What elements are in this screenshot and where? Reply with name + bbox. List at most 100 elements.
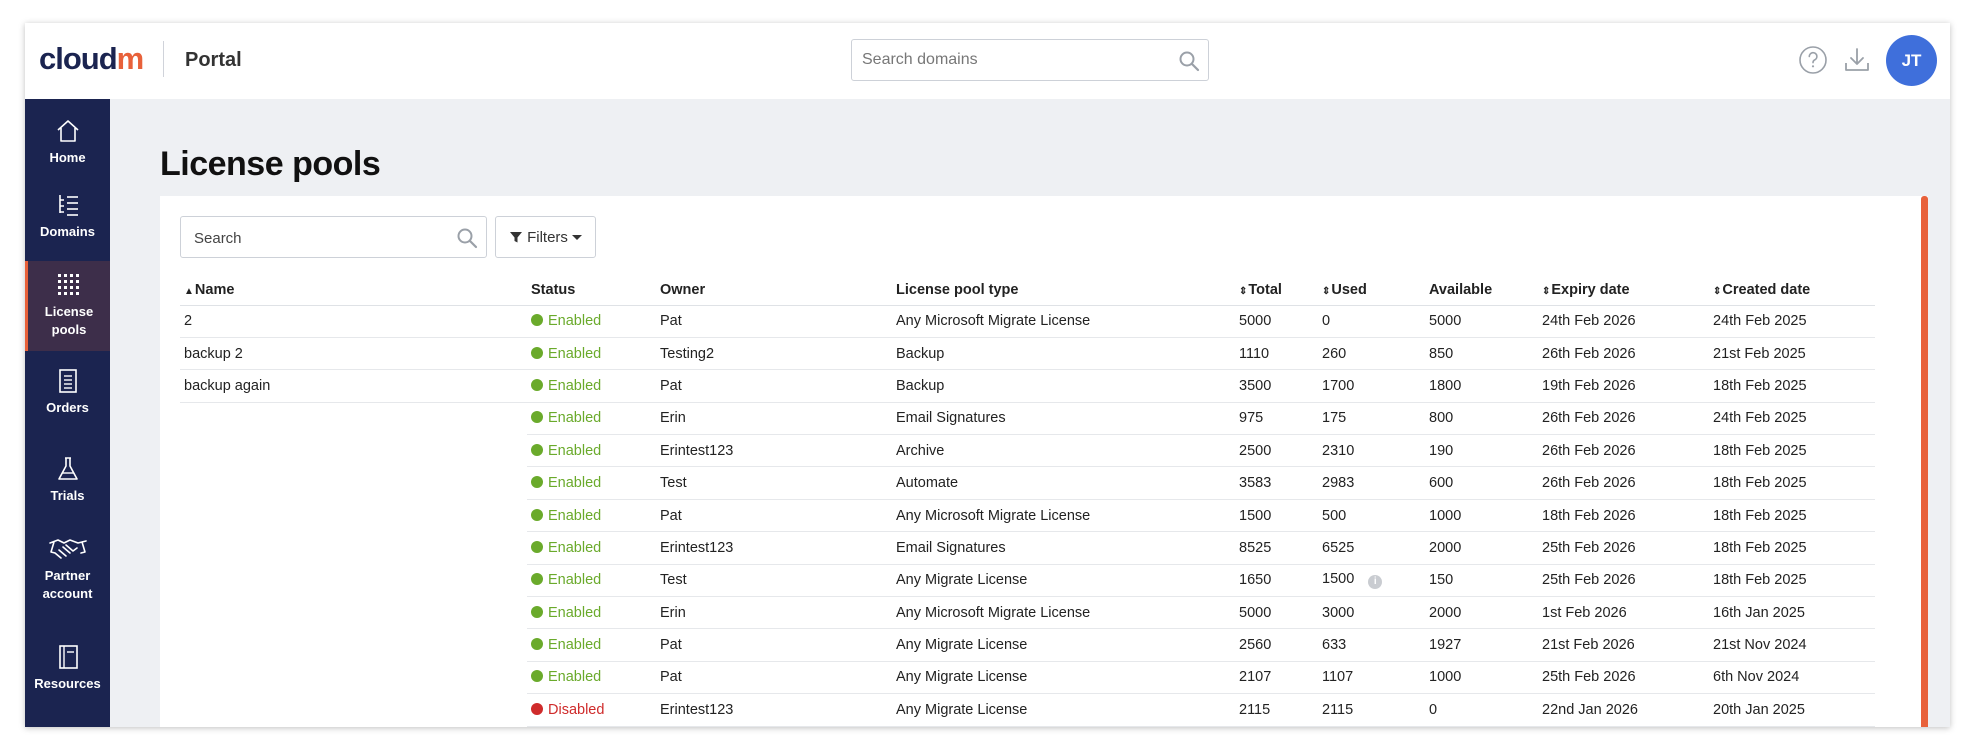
- status-dot-icon: [531, 378, 543, 391]
- sort-icon: ⇕: [1322, 285, 1331, 297]
- table-row[interactable]: Disabled Erintest123 Any Migrate License 21…: [180, 693, 1875, 727]
- cell-status: Enabled: [527, 531, 656, 565]
- cell-available: 2000: [1425, 596, 1538, 630]
- table-row[interactable]: Enabled Test Automate 3583 2983 600 26th Feb 2…: [180, 466, 1875, 500]
- cell-expiry-date: 22nd Jan 2026: [1538, 693, 1709, 727]
- status-badge: Enabled: [548, 313, 602, 330]
- sidebar-item-resources[interactable]: Resources: [25, 639, 110, 711]
- domain-search-input[interactable]: [862, 48, 1162, 72]
- cell-expiry-date: 25th Feb 2026: [1538, 661, 1709, 695]
- table-row[interactable]: Enabled Pat Any Migrate License 2560 633 1927…: [180, 628, 1875, 662]
- cell-created-date: 21st Feb 2025: [1709, 337, 1875, 371]
- table-row[interactable]: Enabled Erintest123 Email Signatures 8525 65…: [180, 531, 1875, 565]
- status-dot-icon: [531, 702, 543, 715]
- cell-used: 1500 i: [1318, 564, 1425, 598]
- cell-total: 1110: [1235, 337, 1318, 371]
- used-value: 1107: [1322, 669, 1354, 686]
- book-icon: [58, 645, 78, 669]
- table-row[interactable]: backup 2 Enabled Testing2 Backup 1110 260 850 2…: [180, 337, 1875, 371]
- license-pools-panel: Filters ▲Name Status Owner License pool …: [160, 196, 1928, 727]
- table-row[interactable]: Enabled Erin Any Microsoft Migrate License…: [180, 596, 1875, 630]
- used-value: 633: [1322, 637, 1347, 654]
- search-icon[interactable]: [1178, 50, 1200, 77]
- column-header-total[interactable]: ⇕Total: [1235, 275, 1318, 306]
- sidebar-item-orders[interactable]: Orders: [25, 361, 110, 433]
- table-row[interactable]: 2 Enabled Pat Any Microsoft Migrate License…: [180, 305, 1875, 338]
- cell-owner: Erin: [656, 402, 892, 436]
- column-header-created-date[interactable]: ⇕Created date: [1709, 275, 1875, 306]
- cell-status: Enabled: [527, 305, 656, 338]
- used-value: 175: [1322, 410, 1347, 427]
- cell-owner: Pat: [656, 661, 892, 695]
- sort-icon: ⇕: [1713, 285, 1722, 297]
- filters-button[interactable]: Filters: [495, 216, 596, 258]
- page-title: License pools: [160, 145, 381, 183]
- status-dot-icon: [531, 670, 543, 683]
- sidebar-item-license-pools[interactable]: License pools: [25, 261, 110, 351]
- cell-total: 1500: [1235, 499, 1318, 533]
- status-dot-icon: [531, 573, 543, 586]
- cell-total: 3500: [1235, 369, 1318, 403]
- sidebar-item-label: Home: [49, 150, 86, 165]
- sort-icon: ⇕: [1239, 285, 1248, 297]
- search-icon[interactable]: [456, 227, 478, 254]
- home-icon: [56, 120, 79, 142]
- info-icon[interactable]: i: [1368, 575, 1383, 590]
- cell-used: 1700: [1318, 369, 1425, 403]
- sidebar-item-trials[interactable]: Trials: [25, 449, 110, 521]
- cell-available: 1000: [1425, 499, 1538, 533]
- cell-created-date: 18th Feb 2025: [1709, 434, 1875, 468]
- status-badge: Enabled: [548, 669, 602, 686]
- cell-available: 600: [1425, 466, 1538, 500]
- sidebar-item-home[interactable]: Home: [25, 113, 110, 185]
- user-avatar[interactable]: JT: [1886, 35, 1937, 86]
- cell-owner: Erintest123: [656, 693, 892, 727]
- column-header-expiry-date[interactable]: ⇕Expiry date: [1538, 275, 1709, 306]
- cell-total: 2115: [1235, 693, 1318, 727]
- cell-status: Enabled: [527, 434, 656, 468]
- cell-available: 2000: [1425, 531, 1538, 565]
- used-value: 1500: [1322, 571, 1355, 588]
- table-row[interactable]: backup again Enabled Pat Backup 3500 1700 1800…: [180, 369, 1875, 403]
- table-row[interactable]: Enabled Erintest123 Archive 2500 2310 190 26th…: [180, 434, 1875, 468]
- cell-name: [180, 564, 527, 596]
- used-value: 2983: [1322, 475, 1355, 492]
- sidebar-item-label: Domains: [40, 224, 95, 239]
- cell-created-date: 20th Jan 2025: [1709, 693, 1875, 727]
- cell-status: Enabled: [527, 499, 656, 533]
- cell-type: Any Migrate License: [892, 693, 1235, 727]
- table-row[interactable]: Enabled Test Any Migrate License 1650 1500 i 1…: [180, 564, 1875, 598]
- help-icon[interactable]: [1798, 45, 1828, 80]
- sidebar-item-domains[interactable]: Domains: [25, 187, 110, 259]
- cell-expiry-date: 19th Feb 2026: [1538, 369, 1709, 403]
- cell-name: [180, 532, 527, 564]
- cell-expiry-date: 1st Feb 2026: [1538, 596, 1709, 630]
- flask-icon: [57, 457, 78, 480]
- cell-used: 2310: [1318, 434, 1425, 468]
- cell-expiry-date: 18th Feb 2026: [1538, 499, 1709, 533]
- cell-available: 190: [1425, 434, 1538, 468]
- status-badge: Enabled: [548, 539, 602, 556]
- download-icon[interactable]: [1841, 44, 1873, 81]
- sidebar-item-partner-account[interactable]: Partner account: [25, 529, 110, 609]
- used-value: 3000: [1322, 604, 1355, 621]
- table-row[interactable]: Enabled Erin Email Signatures 975 175 800 26th…: [180, 402, 1875, 436]
- column-header-name[interactable]: ▲Name: [180, 275, 527, 306]
- license-pools-table: ▲Name Status Owner License pool type ⇕To…: [180, 275, 1875, 727]
- cell-status: Enabled: [527, 596, 656, 630]
- table-search-box: [180, 216, 487, 258]
- cell-used: 3000: [1318, 596, 1425, 630]
- cell-expiry-date: 26th Feb 2026: [1538, 466, 1709, 500]
- table-row[interactable]: Enabled Pat Any Migrate License 2107 1107 100…: [180, 661, 1875, 695]
- cell-owner: Erintest123: [656, 531, 892, 565]
- status-badge: Enabled: [548, 572, 602, 589]
- table-row[interactable]: Enabled Pat Any Microsoft Migrate License 1…: [180, 499, 1875, 533]
- sort-icon: ⇕: [1542, 285, 1551, 297]
- table-header-row: ▲Name Status Owner License pool type ⇕To…: [180, 275, 1875, 306]
- cloudm-logo[interactable]: cloud m: [39, 39, 144, 79]
- cell-used: 260: [1318, 337, 1425, 371]
- cell-created-date: 18th Feb 2025: [1709, 531, 1875, 565]
- column-header-used[interactable]: ⇕Used: [1318, 275, 1425, 306]
- column-header-type: License pool type: [892, 275, 1235, 306]
- table-search-input[interactable]: [194, 227, 444, 249]
